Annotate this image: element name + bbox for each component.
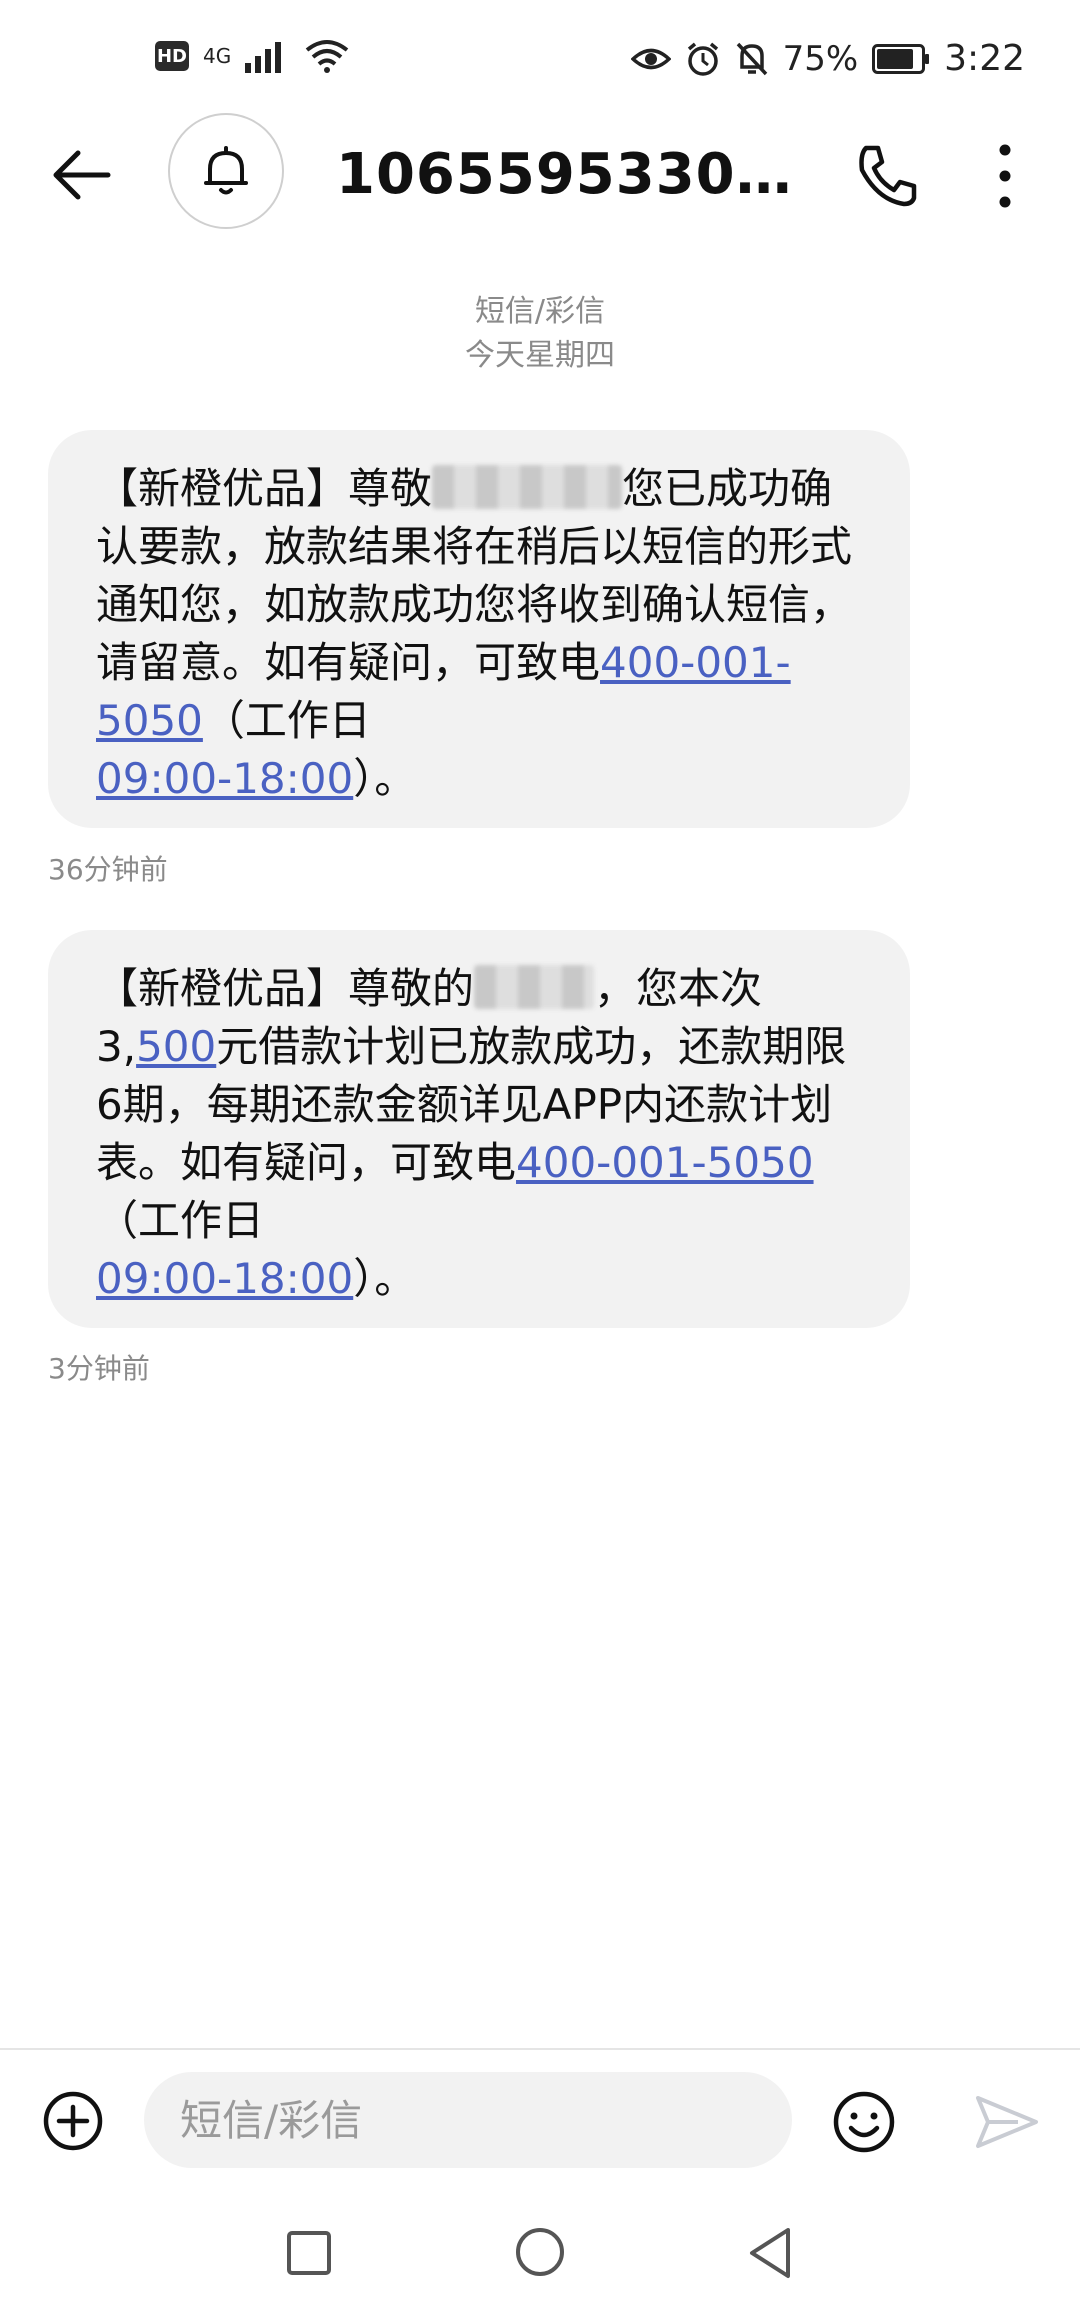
message-text: （工作日: [96, 1196, 265, 1245]
redacted-name: [474, 965, 595, 1009]
more-vertical-icon: [999, 144, 1011, 208]
nav-back-icon: [750, 2228, 790, 2278]
message-text: （工作日: [202, 696, 371, 745]
message-text: 【新橙优品】尊敬的: [96, 964, 475, 1013]
add-circle-icon: [43, 2091, 103, 2151]
amount-link[interactable]: 500: [136, 1022, 216, 1071]
contact-avatar[interactable]: [168, 113, 284, 229]
attach-button[interactable]: [42, 2090, 104, 2152]
conversation-date-header: 短信/彩信 今天星期四: [0, 290, 1080, 378]
signal-icon: [245, 42, 282, 73]
contact-title[interactable]: 10655953300852...: [336, 140, 816, 210]
status-left: HD 4G: [155, 38, 349, 74]
message-timestamp: 3分钟前: [48, 1352, 150, 1385]
message-bubble[interactable]: 【新橙优品】尊敬 您已成功确认要款，放款结果将在稍后以短信的形式通知您，如放款成功…: [48, 430, 910, 828]
battery-icon: [872, 43, 930, 74]
message-text: ）。: [353, 1254, 417, 1303]
nav-back-button[interactable]: [746, 2226, 794, 2280]
home-button[interactable]: [514, 2226, 566, 2278]
status-bar: HD 4G 75% 3:22: [0, 0, 1080, 120]
conversation-header: 10655953300852...: [0, 110, 1080, 245]
time-link[interactable]: 09:00-18:00: [96, 754, 353, 803]
date-label: 今天星期四: [465, 338, 615, 373]
message-text: ）。: [353, 754, 417, 803]
eye-icon: [630, 48, 671, 69]
home-icon: [516, 2228, 564, 2276]
wifi-icon: [305, 40, 349, 73]
message-input[interactable]: [144, 2072, 792, 2168]
time-link[interactable]: 09:00-18:00: [96, 1254, 353, 1303]
back-button[interactable]: [48, 140, 118, 210]
compose-divider: [0, 2048, 1080, 2050]
call-button[interactable]: [852, 140, 924, 212]
recent-apps-icon: [287, 2231, 331, 2275]
send-button[interactable]: [974, 2094, 1040, 2150]
mute-icon: [736, 42, 767, 75]
message-bubble[interactable]: 【新橙优品】尊敬的 ，您本次3,500元借款计划已放款成功，还款期限6期，每期还款…: [48, 930, 910, 1328]
phone-link[interactable]: 400-001-5050: [516, 1138, 814, 1187]
back-arrow-icon: [53, 150, 111, 200]
system-nav-bar: [0, 2200, 1080, 2310]
message-type-label: 短信/彩信: [474, 294, 606, 329]
send-icon: [976, 2096, 1038, 2148]
status-time: 3:22: [944, 38, 1025, 79]
alarm-icon: [687, 42, 718, 76]
message-timestamp: 36分钟前: [48, 853, 168, 886]
redacted-name: [432, 465, 623, 509]
more-options-button[interactable]: [985, 140, 1025, 212]
emoji-button[interactable]: [832, 2090, 896, 2154]
emoji-icon: [833, 2091, 895, 2153]
hd-badge: HD: [155, 41, 189, 71]
recent-apps-button[interactable]: [286, 2230, 332, 2276]
status-right: 75% 3:22: [630, 38, 1025, 79]
message-text: 【新橙优品】尊敬: [96, 464, 433, 513]
bell-icon: [204, 146, 248, 195]
phone-icon: [859, 145, 917, 207]
battery-percent: 75%: [782, 38, 859, 79]
network-type: 4G: [203, 44, 232, 68]
